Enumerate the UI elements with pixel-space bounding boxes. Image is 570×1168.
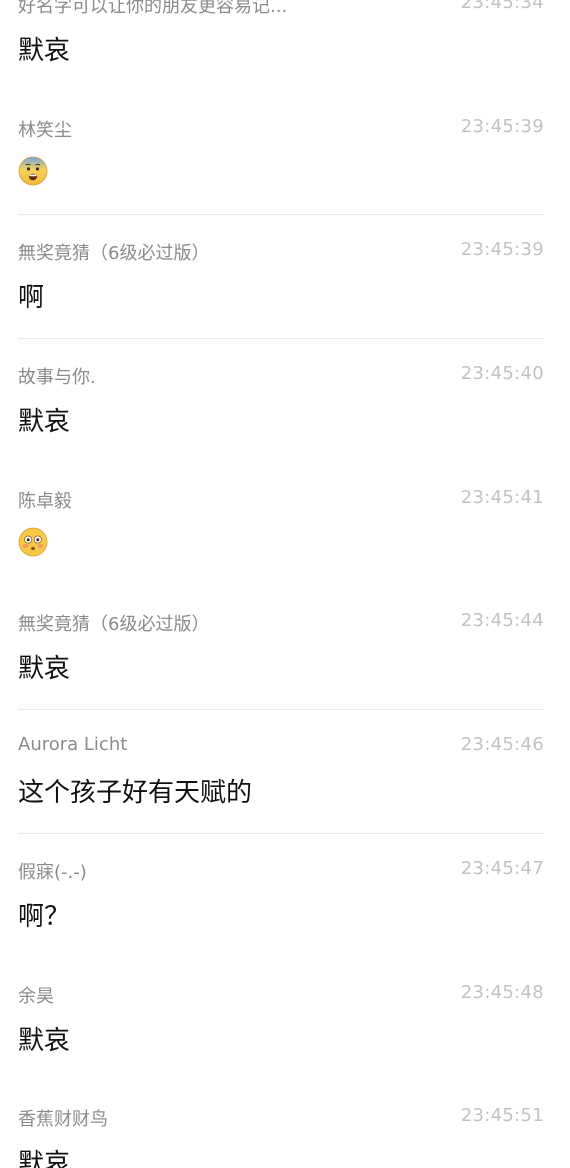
timestamp: 23:45:44: [460, 610, 544, 632]
sender-name: 假寐(-.-): [18, 861, 87, 883]
flushed-face-emoji: [18, 527, 48, 557]
timestamp: 23:45:47: [460, 857, 544, 879]
message-item[interactable]: 好名字可以让你的朋友更容易记... 23:45:34 默哀: [0, 0, 570, 92]
timestamp: 23:45:34: [460, 0, 544, 13]
timestamp: 23:45:39: [460, 239, 544, 261]
timestamp: 23:45:51: [460, 1105, 544, 1127]
message-item[interactable]: 陈卓毅 23:45:41: [0, 463, 570, 587]
fearful-face-emoji: [18, 156, 48, 186]
message-text: 啊: [18, 283, 45, 314]
sender-name: 林笑尘: [18, 119, 72, 141]
message-item[interactable]: 林笑尘 23:45:39: [0, 92, 570, 216]
sender-name: 陈卓毅: [18, 490, 72, 512]
timestamp: 23:45:41: [460, 486, 544, 508]
message-item[interactable]: 香蕉财财鸟 23:45:51 默哀: [0, 1081, 570, 1168]
sender-name: 香蕉财财鸟: [18, 1109, 108, 1131]
sender-name: 故事与你.: [18, 367, 96, 389]
message-text: 这个孩子好有天赋的: [18, 778, 253, 809]
message-text: 啊？: [18, 901, 71, 932]
message-item[interactable]: 無奖竟猜（6级必过版） 23:45:44 默哀: [0, 586, 570, 710]
message-text: 默哀: [18, 36, 71, 66]
message-item[interactable]: 余昊 23:45:48 默哀: [0, 958, 570, 1082]
message-text: 默哀: [18, 407, 71, 438]
message-item[interactable]: Aurora Licht 23:45:46 这个孩子好有天赋的: [0, 710, 570, 834]
message-text: 默哀: [18, 1149, 71, 1168]
message-item[interactable]: 故事与你. 23:45:40 默哀: [0, 339, 570, 463]
message-text: 默哀: [18, 654, 71, 685]
timestamp: 23:45:40: [460, 363, 544, 385]
timestamp: 23:45:46: [460, 734, 544, 756]
message-list: 好名字可以让你的朋友更容易记... 23:45:34 默哀 林笑尘 23:45:…: [0, 0, 570, 1168]
timestamp: 23:45:48: [460, 981, 544, 1003]
timestamp: 23:45:39: [460, 115, 544, 137]
message-text: 默哀: [18, 1025, 71, 1056]
message-item[interactable]: 假寐(-.-) 23:45:47 啊？: [0, 834, 570, 958]
sender-name: 好名字可以让你的朋友更容易记...: [18, 0, 288, 17]
sender-name: 余昊: [18, 985, 54, 1007]
sender-name: 無奖竟猜（6级必过版）: [18, 243, 210, 265]
sender-name: 無奖竟猜（6级必过版）: [18, 614, 210, 636]
message-item[interactable]: 無奖竟猜（6级必过版） 23:45:39 啊: [0, 215, 570, 339]
sender-name: Aurora Licht: [18, 734, 128, 756]
